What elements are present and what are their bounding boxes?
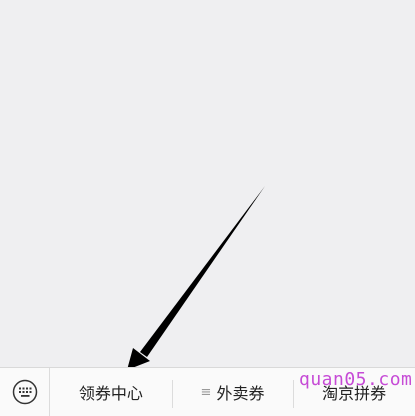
menu-item-label: 淘京拼券 xyxy=(322,384,387,403)
keyboard-icon xyxy=(12,379,37,405)
chat-content-area xyxy=(0,0,415,367)
menu-item-takeaway-coupon[interactable]: ≡ 外卖券 xyxy=(171,368,294,416)
bottom-menu-bar: 领券中心 ≡ 外卖券 淘京拼券 xyxy=(0,367,415,416)
menu-item-label: 领券中心 xyxy=(78,384,143,403)
menu-item-label: 外卖券 xyxy=(216,384,265,403)
submenu-lines-icon: ≡ xyxy=(200,384,212,400)
keyboard-toggle-button[interactable] xyxy=(0,368,50,416)
menu-item-taojing-coupon[interactable]: 淘京拼券 xyxy=(293,368,415,416)
menu-item-coupon-center[interactable]: 领券中心 xyxy=(50,368,172,416)
